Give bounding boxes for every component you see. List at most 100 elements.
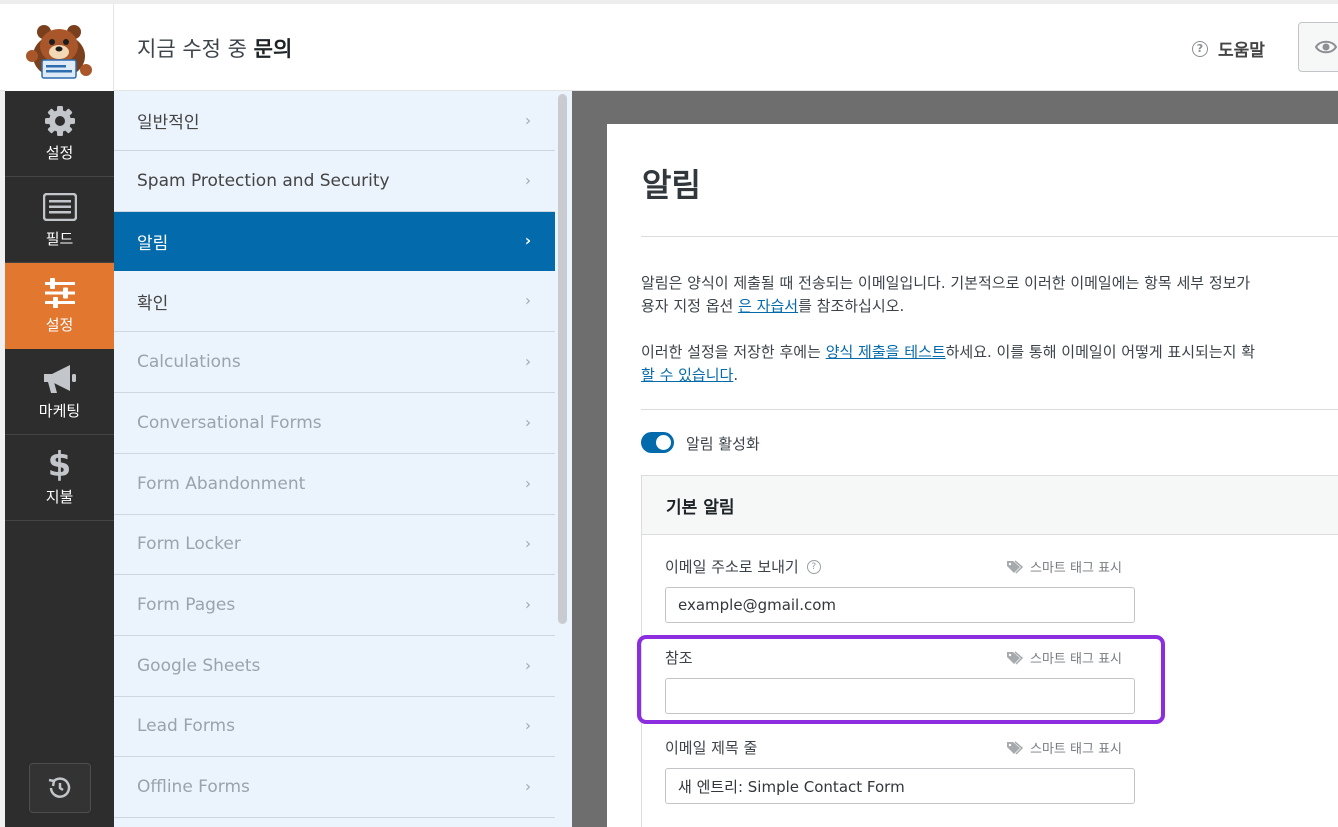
test-paragraph-line1: 이러한 설정을 저장한 후에는 양식 제출을 테스트하세요. 이를 통해 이메일… <box>641 341 1255 364</box>
panel-item-label: 일반적인 <box>137 113 200 133</box>
show-smart-tags-link[interactable]: 스마트 태그 표시 <box>1006 557 1122 576</box>
panel-item-label: 확인 <box>137 293 169 314</box>
panel-item-label: Google Sheets <box>137 656 261 676</box>
test-submission-link[interactable]: 양식 제출을 테스트 <box>826 343 946 361</box>
history-icon <box>48 777 71 798</box>
panel-item-confirmations[interactable]: 확인 › <box>114 271 555 332</box>
section-heading: 알림 <box>642 166 701 204</box>
tags-icon <box>1007 740 1024 755</box>
gear-icon <box>44 104 76 138</box>
panel-item-form-abandonment[interactable]: Form Abandonment › <box>114 454 555 515</box>
chevron-right-icon: › <box>524 231 531 250</box>
nav-fields[interactable]: 필드 <box>5 177 114 263</box>
notification-box-header[interactable] <box>641 475 1338 535</box>
chevron-right-icon: › <box>525 413 531 432</box>
fields-list-icon <box>42 190 77 224</box>
panel-item-label: Offline Forms <box>137 777 250 797</box>
form-name: 문의 <box>253 37 293 61</box>
panel-item-label: Form Abandonment <box>137 474 306 494</box>
nav-label: 설정 <box>45 144 74 162</box>
panel-item-label: Form Pages <box>137 595 236 615</box>
enable-notifications-toggle[interactable] <box>641 432 674 453</box>
intro-text: 용자 지정 옵션 <box>641 297 739 315</box>
subject-label: 이메일 제목 줄 <box>665 737 757 758</box>
nav-label: 필드 <box>45 230 74 248</box>
nav-label: 마케팅 <box>38 402 81 420</box>
panel-item-notifications[interactable]: 알림 › <box>114 212 555 271</box>
chevron-right-icon: › <box>525 111 531 130</box>
panel-item-label: Calculations <box>137 352 241 372</box>
email-subject-input[interactable]: 새 엔트리: Simple Contact Form <box>665 768 1135 804</box>
smart-tag-label: 스마트 태그 표시 <box>1030 561 1122 576</box>
preview-button[interactable] <box>1298 22 1338 72</box>
subject-label-text: 이메일 제목 줄 <box>665 739 758 757</box>
panel-scrollbar[interactable] <box>558 94 567 624</box>
learn-more-link[interactable]: 할 수 있습니다 <box>641 366 733 384</box>
panel-item-calculations[interactable]: Calculations › <box>114 332 555 393</box>
panel-item-general[interactable]: 일반적인 › <box>114 91 555 151</box>
dollar-icon: $ <box>47 445 72 485</box>
panel-item-form-pages[interactable]: Form Pages › <box>114 575 555 636</box>
panel-item-lead-forms[interactable]: Lead Forms › <box>114 696 555 757</box>
sliders-icon <box>44 276 76 310</box>
send-to-label: 이메일 주소로 보내기 ? <box>665 556 821 577</box>
notification-title: 기본 알림 <box>666 498 735 518</box>
settings-panel: 일반적인 › Spam Protection and Security › 알림… <box>114 91 572 827</box>
send-to-label-text: 이메일 주소로 보내기 <box>665 558 799 576</box>
nav-setup[interactable]: 설정 <box>5 91 114 177</box>
chevron-right-icon: › <box>525 171 531 190</box>
top-strip <box>0 0 1338 4</box>
show-smart-tags-link[interactable]: 스마트 태그 표시 <box>1006 738 1122 757</box>
send-to-email-input[interactable]: example@gmail.com <box>665 587 1135 623</box>
chevron-right-icon: › <box>525 534 531 553</box>
toggle-label: 알림 활성화 <box>686 435 760 453</box>
nav-marketing[interactable]: 마케팅 <box>5 349 114 435</box>
cc-highlight-annotation <box>637 635 1165 724</box>
nav-payments[interactable]: $ 지불 <box>5 435 114 521</box>
nav-label: 설정 <box>45 316 74 334</box>
title-prefix: 지금 수정 중 <box>137 37 247 61</box>
panel-item-label: Lead Forms <box>137 716 235 736</box>
panel-item-label: Spam Protection and Security <box>137 171 390 191</box>
panel-item-form-locker[interactable]: Form Locker › <box>114 514 555 575</box>
divider <box>641 409 1338 410</box>
chevron-right-icon: › <box>525 777 531 796</box>
help-label: 도움말 <box>1218 41 1265 61</box>
bear-mascot-icon <box>26 25 92 79</box>
divider <box>641 236 1338 237</box>
test-text: . <box>733 366 739 384</box>
tutorial-link[interactable]: 은 자습서 <box>738 297 798 315</box>
panel-item-conversational-forms[interactable]: Conversational Forms › <box>114 393 555 454</box>
chevron-right-icon: › <box>525 595 531 614</box>
chevron-right-icon: › <box>525 474 531 493</box>
panel-item-label: Conversational Forms <box>137 413 322 433</box>
panel-item-label: 알림 <box>137 233 169 254</box>
intro-paragraph-line1: 알림은 양식이 제출될 때 전송되는 이메일입니다. 기본적으로 이러한 이메일… <box>641 272 1250 295</box>
panel-item-google-sheets[interactable]: Google Sheets › <box>114 636 555 697</box>
tags-icon <box>1007 559 1024 574</box>
chevron-right-icon: › <box>525 352 531 371</box>
panel-item-label: Form Locker <box>137 534 241 554</box>
page-title: 지금 수정 중 문의 <box>137 33 292 63</box>
panel-item-spam-protection[interactable]: Spam Protection and Security › <box>114 151 555 212</box>
toggle-knob <box>656 435 671 450</box>
panel-item-offline-forms[interactable]: Offline Forms › <box>114 757 555 818</box>
builder-sidebar: 설정 필드 설정 마케팅 $ 지불 <box>5 91 114 827</box>
intro-text: 알림은 양식이 제출될 때 전송되는 이메일입니다. 기본적으로 이러한 이메일… <box>641 274 1251 292</box>
help-tooltip-icon[interactable]: ? <box>806 559 821 574</box>
help-button[interactable]: ? 도움말 <box>1192 36 1265 61</box>
nav-label: 지불 <box>45 488 74 506</box>
help-icon: ? <box>1192 40 1208 57</box>
chevron-right-icon: › <box>525 716 531 735</box>
eye-icon <box>1315 40 1337 54</box>
revisions-button[interactable] <box>29 763 91 813</box>
intro-paragraph-line2: 용자 지정 옵션 은 자습서를 참조하십시오. <box>641 295 904 318</box>
test-text: 이러한 설정을 저장한 후에는 <box>641 343 826 361</box>
wpforms-logo[interactable] <box>5 4 114 91</box>
chevron-right-icon: › <box>525 656 531 675</box>
test-text: 하세요. 이를 통해 이메일이 어떻게 표시되는지 확 <box>945 343 1256 361</box>
test-paragraph-line2: 할 수 있습니다. <box>641 364 738 387</box>
smart-tag-label: 스마트 태그 표시 <box>1030 742 1122 757</box>
chevron-right-icon: › <box>525 291 531 310</box>
nav-settings[interactable]: 설정 <box>5 263 114 349</box>
